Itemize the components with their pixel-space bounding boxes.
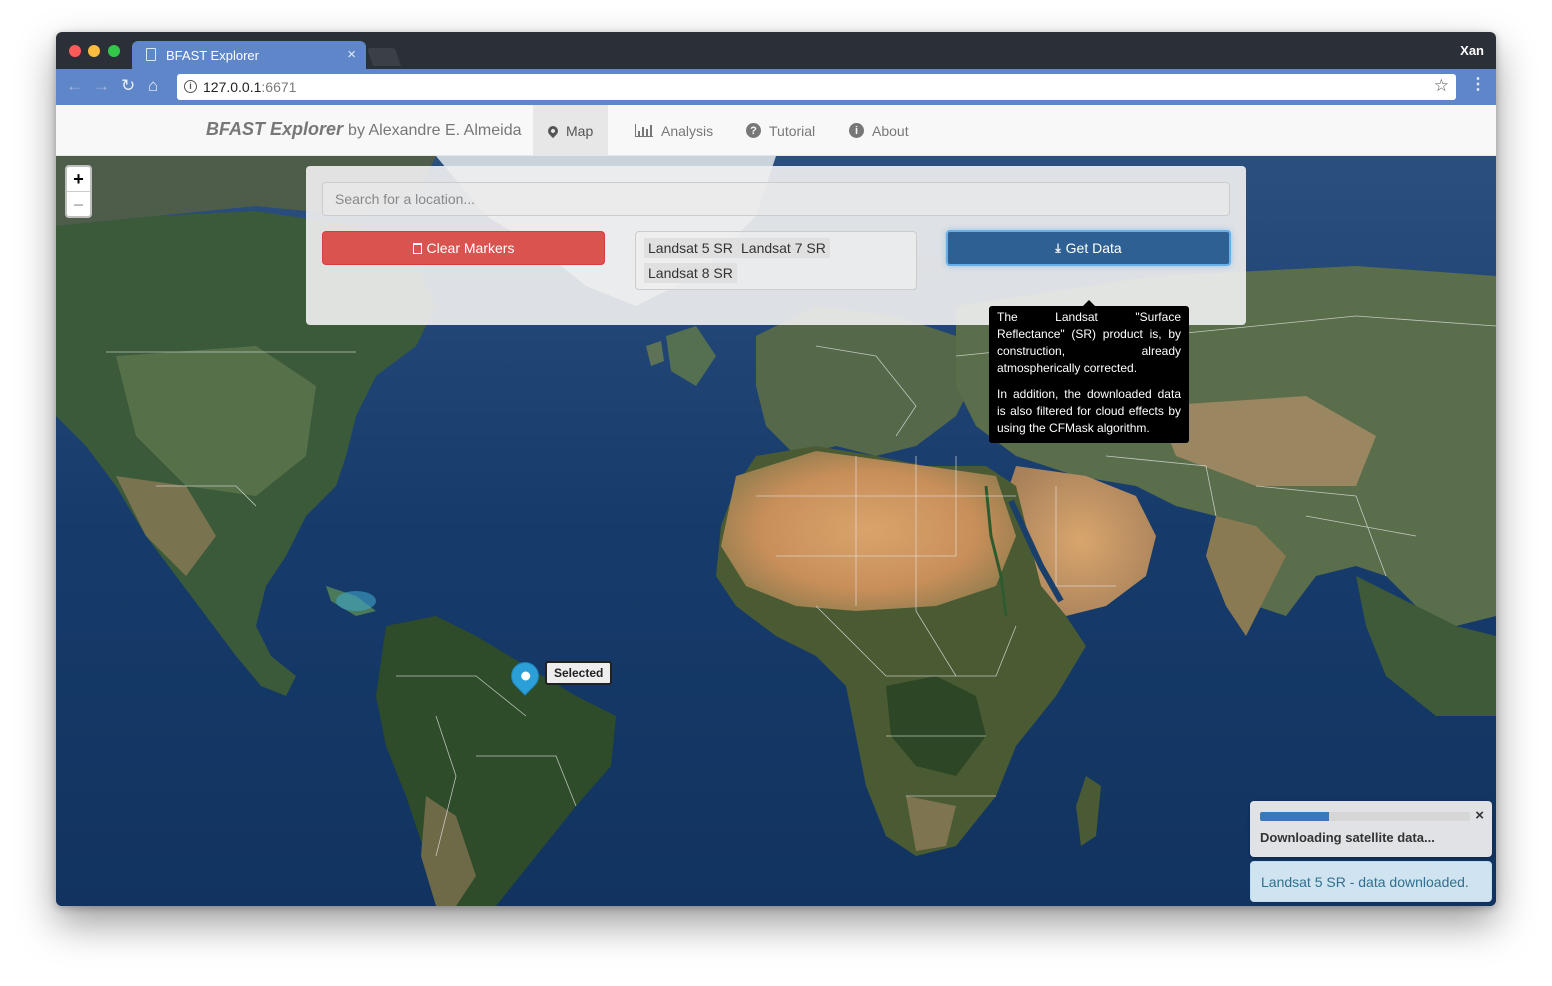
home-icon[interactable]: ⌂	[148, 75, 158, 97]
reload-icon[interactable]: ↻	[121, 75, 135, 97]
forward-arrow-icon[interactable]: →	[93, 75, 110, 97]
info-circle-icon: i	[849, 123, 864, 138]
tab-analysis-label: Analysis	[661, 122, 714, 139]
tab-analysis[interactable]: Analysis	[620, 105, 728, 156]
close-window-button[interactable]	[69, 45, 81, 57]
close-icon[interactable]: ×	[1475, 807, 1484, 824]
tab-close-icon[interactable]: ×	[347, 46, 356, 63]
clear-markers-button[interactable]: Clear Markers	[322, 231, 605, 265]
new-tab-button[interactable]	[367, 48, 401, 66]
tab-tutorial-label: Tutorial	[769, 122, 816, 139]
brand[interactable]: BFAST Explorer by Alexandre E. Almeida	[206, 119, 521, 140]
get-data-tooltip: The Landsat "Surface Reflectance" (SR) p…	[989, 300, 1189, 443]
browser-tab[interactable]: BFAST Explorer ×	[132, 41, 366, 69]
sensor-chip-landsat5[interactable]: Landsat 5 SR	[644, 238, 737, 258]
tab-title: BFAST Explorer	[166, 47, 259, 63]
browser-window: BFAST Explorer × Xan ← → ↻ ⌂ i 127.0.0.1…	[56, 32, 1496, 906]
search-input[interactable]	[322, 182, 1230, 216]
get-data-button[interactable]: ⤓ Get Data	[946, 230, 1231, 266]
url-host: 127.0.0.1	[203, 79, 262, 95]
tab-map[interactable]: Map	[533, 105, 609, 156]
tooltip-paragraph-1: The Landsat "Surface Reflectance" (SR) p…	[997, 310, 1181, 375]
bar-chart-icon	[635, 124, 653, 137]
zoom-in-button[interactable]: +	[67, 167, 90, 192]
sensor-chip-landsat8[interactable]: Landsat 8 SR	[644, 263, 737, 283]
download-progress-notification: × Downloading satellite data...	[1250, 801, 1492, 857]
tab-tutorial[interactable]: ? Tutorial	[731, 105, 830, 156]
maximize-window-button[interactable]	[108, 45, 120, 57]
tooltip-paragraph-2: In addition, the downloaded data is also…	[997, 387, 1181, 435]
zoom-control: + –	[65, 165, 92, 218]
tab-about-label: About	[872, 122, 909, 139]
get-data-label: Get Data	[1065, 240, 1122, 256]
marker-label: Selected	[545, 661, 613, 685]
tab-map-label: Map	[566, 122, 594, 139]
kebab-menu-icon[interactable]: ⋮	[1470, 77, 1486, 93]
trash-icon	[412, 242, 422, 254]
download-progress-fill	[1260, 812, 1330, 821]
download-complete-notification: Landsat 5 SR - data downloaded.	[1250, 861, 1492, 902]
title-bar: BFAST Explorer × Xan	[56, 32, 1496, 69]
download-icon: ⤓	[1055, 240, 1061, 255]
minimize-window-button[interactable]	[88, 45, 100, 57]
question-circle-icon: ?	[746, 123, 761, 138]
browser-toolbar: ← → ↻ ⌂ i 127.0.0.1:6671 ☆ ⋮	[56, 69, 1496, 105]
brand-name: BFAST Explorer	[206, 119, 344, 139]
sensor-chip-landsat7[interactable]: Landsat 7 SR	[737, 238, 830, 258]
address-bar[interactable]: i 127.0.0.1:6671 ☆	[177, 74, 1456, 100]
brand-author: by Alexandre E. Almeida	[348, 122, 522, 139]
download-progress-text: Downloading satellite data...	[1260, 830, 1435, 845]
sensor-multiselect[interactable]: Landsat 5 SR Landsat 7 SR Landsat 8 SR	[635, 231, 917, 290]
satellite-map[interactable]: + – Clear Markers Landsat 5 SR Landsat 7…	[56, 156, 1496, 906]
tab-about[interactable]: i About	[834, 105, 924, 156]
url-port: :6671	[261, 79, 297, 95]
map-marker-icon	[545, 123, 561, 138]
download-complete-text: Landsat 5 SR - data downloaded.	[1261, 873, 1469, 890]
control-panel: Clear Markers Landsat 5 SR Landsat 7 SR …	[306, 166, 1246, 325]
document-icon	[146, 48, 156, 61]
zoom-out-button[interactable]: –	[67, 192, 90, 216]
profile-name[interactable]: Xan	[1460, 43, 1484, 58]
app-navbar: BFAST Explorer by Alexandre E. Almeida M…	[56, 105, 1496, 156]
info-icon[interactable]: i	[184, 80, 197, 93]
back-arrow-icon[interactable]: ←	[66, 75, 83, 97]
star-icon[interactable]: ☆	[1434, 76, 1449, 96]
clear-markers-label: Clear Markers	[426, 240, 515, 256]
download-progress-bar	[1260, 812, 1470, 821]
